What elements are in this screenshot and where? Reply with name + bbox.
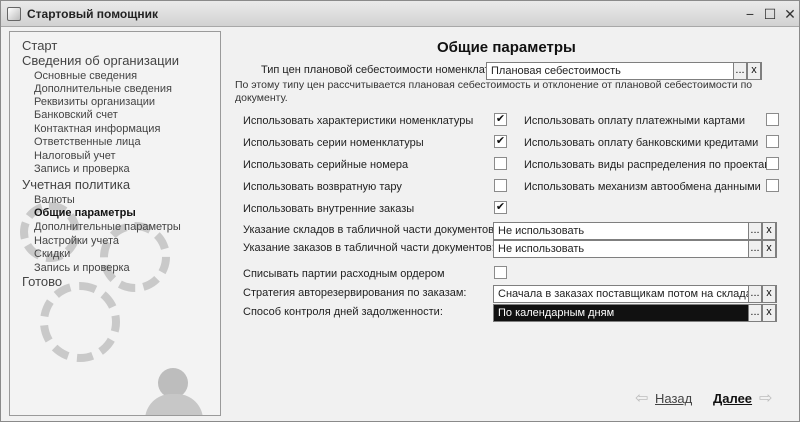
use-item-characteristics-checkbox[interactable]: ✔: [494, 113, 507, 126]
app-icon: [7, 7, 21, 21]
step-additional-params[interactable]: Дополнительные параметры: [34, 221, 181, 233]
auto-reserve-strategy-select-button[interactable]: ...: [748, 285, 762, 303]
arrow-right-icon[interactable]: ⇨: [759, 388, 772, 408]
use-internal-orders-checkbox[interactable]: ✔: [494, 201, 507, 214]
page-title: Общие параметры: [437, 39, 576, 56]
close-icon[interactable]: ✕: [781, 5, 799, 23]
orders-spec-label: Указание заказов в табличной части докум…: [243, 242, 495, 254]
wizard-window: Стартовый помощник − ☐ ✕ Старт Сведения …: [0, 0, 800, 422]
debt-days-control-field[interactable]: По календарным дням ... x: [493, 304, 777, 322]
price-type-hint: По этому типу цен рассчитывается планова…: [235, 79, 753, 104]
price-type-select-button[interactable]: ...: [733, 62, 747, 80]
price-type-label: Тип цен плановой себестоимости номенклат…: [261, 64, 513, 76]
auto-reserve-strategy-value: Сначала в заказах поставщикам потом на с…: [498, 288, 758, 300]
step-save-check-org[interactable]: Запись и проверка: [34, 163, 130, 175]
use-returnable-containers-checkbox[interactable]: [494, 179, 507, 192]
use-internal-orders-label: Использовать внутренние заказы: [243, 203, 415, 215]
auto-reserve-strategy-label: Стратегия авторезервирования по заказам:: [243, 287, 467, 299]
step-general-params[interactable]: Общие параметры: [34, 207, 136, 219]
wizard-steps-sidebar: Старт Сведения об организации Основные с…: [9, 31, 221, 416]
use-bank-credit-payment-checkbox[interactable]: [766, 135, 779, 148]
use-auto-exchange-checkbox[interactable]: [766, 179, 779, 192]
use-project-distribution-label: Использовать виды распределения по проек…: [524, 159, 772, 171]
use-card-payment-label: Использовать оплату платежными картами: [524, 115, 745, 127]
warehouse-spec-select-button[interactable]: ...: [748, 222, 762, 240]
price-type-field[interactable]: Плановая себестоимость ... x: [486, 62, 762, 80]
step-org-info[interactable]: Сведения об организации: [22, 53, 179, 68]
step-start[interactable]: Старт: [22, 38, 57, 53]
price-type-value: Плановая себестоимость: [491, 65, 621, 77]
maximize-icon[interactable]: ☐: [761, 5, 779, 23]
window-title: Стартовый помощник: [27, 7, 158, 21]
step-org-requisites[interactable]: Реквизиты организации: [34, 96, 155, 108]
use-item-series-label: Использовать серии номенклатуры: [243, 137, 424, 149]
warehouse-spec-value: Не использовать: [498, 225, 585, 237]
use-card-payment-checkbox[interactable]: [766, 113, 779, 126]
back-button[interactable]: Назад: [655, 391, 692, 406]
step-discounts[interactable]: Скидки: [34, 248, 70, 260]
warehouse-spec-field[interactable]: Не использовать ... x: [493, 222, 777, 240]
step-accounting-policy[interactable]: Учетная политика: [22, 177, 130, 192]
step-save-check-policy[interactable]: Запись и проверка: [34, 262, 130, 274]
step-additional-info[interactable]: Дополнительные сведения: [34, 83, 172, 95]
use-serial-numbers-checkbox[interactable]: [494, 157, 507, 170]
auto-reserve-strategy-field[interactable]: Сначала в заказах поставщикам потом на с…: [493, 285, 777, 303]
debt-days-control-label: Способ контроля дней задолженности:: [243, 306, 443, 318]
minimize-icon[interactable]: −: [741, 5, 759, 23]
step-contact-info[interactable]: Контактная информация: [34, 123, 160, 135]
next-button[interactable]: Далее: [713, 391, 752, 406]
person-body-decoration: [145, 394, 203, 415]
use-bank-credit-payment-label: Использовать оплату банковскими кредитам…: [524, 137, 759, 149]
use-serial-numbers-label: Использовать серийные номера: [243, 159, 409, 171]
orders-spec-clear-button[interactable]: x: [762, 240, 776, 258]
use-returnable-containers-label: Использовать возвратную тару: [243, 181, 402, 193]
use-auto-exchange-label: Использовать механизм автообмена данными: [524, 181, 761, 193]
debt-days-control-value: По календарным дням: [498, 307, 615, 319]
debt-days-control-select-button[interactable]: ...: [748, 304, 762, 322]
price-type-clear-button[interactable]: x: [747, 62, 761, 80]
debt-days-control-clear-button[interactable]: x: [762, 304, 776, 322]
use-item-series-checkbox[interactable]: ✔: [494, 135, 507, 148]
step-tax-accounting[interactable]: Налоговый учет: [34, 150, 116, 162]
gear-decoration-icon: [40, 282, 120, 362]
writeoff-by-order-label: Списывать партии расходным ордером: [243, 268, 445, 280]
step-accounting-settings[interactable]: Настройки учета: [34, 235, 119, 247]
use-project-distribution-checkbox[interactable]: [766, 157, 779, 170]
warehouse-spec-label: Указание складов в табличной части докум…: [243, 224, 498, 236]
general-params-panel: Общие параметры Тип цен плановой себесто…: [223, 31, 793, 416]
step-responsible-persons[interactable]: Ответственные лица: [34, 136, 141, 148]
title-bar: Стартовый помощник − ☐ ✕: [1, 1, 799, 27]
orders-spec-select-button[interactable]: ...: [748, 240, 762, 258]
writeoff-by-order-checkbox[interactable]: [494, 266, 507, 279]
use-item-characteristics-label: Использовать характеристики номенклатуры: [243, 115, 474, 127]
auto-reserve-strategy-clear-button[interactable]: x: [762, 285, 776, 303]
step-done[interactable]: Готово: [22, 274, 62, 289]
warehouse-spec-clear-button[interactable]: x: [762, 222, 776, 240]
orders-spec-value: Не использовать: [498, 243, 585, 255]
step-basic-info[interactable]: Основные сведения: [34, 70, 137, 82]
arrow-left-icon[interactable]: ⇦: [635, 388, 648, 408]
step-bank-account[interactable]: Банковский счет: [34, 109, 118, 121]
orders-spec-field[interactable]: Не использовать ... x: [493, 240, 777, 258]
step-currencies[interactable]: Валюты: [34, 194, 75, 206]
